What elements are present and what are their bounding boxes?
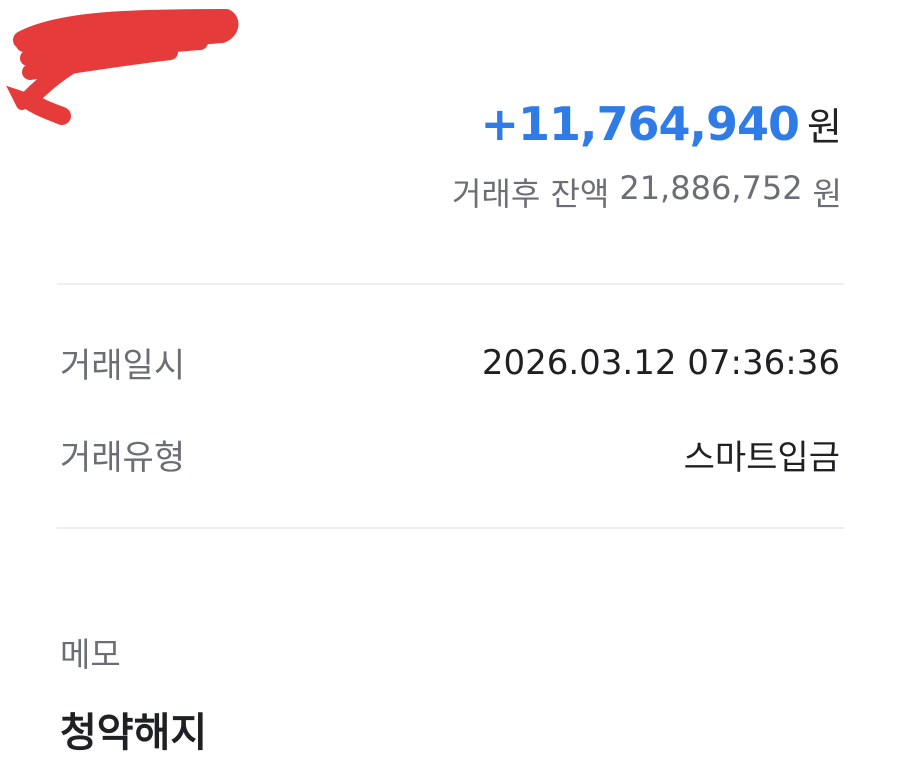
balance-value: 21,886,752 <box>619 169 803 207</box>
memo-label: 메모 <box>60 635 121 674</box>
transaction-amount: +11,764,940 <box>480 97 800 151</box>
balance-line: 거래후 잔액 21,886,752 원 <box>452 169 842 215</box>
datetime-label: 거래일시 <box>60 346 186 386</box>
transaction-detail-page: +11,764,940 원 거래후 잔액 21,886,752 원 거래일시 2… <box>0 0 900 773</box>
amount-block: +11,764,940 원 거래후 잔액 21,886,752 원 <box>452 96 842 215</box>
divider <box>57 527 844 529</box>
datetime-value: 2026.03.12 07:36:36 <box>481 342 840 383</box>
datetime-row: 거래일시 2026.03.12 07:36:36 <box>60 338 840 387</box>
balance-unit: 원 <box>812 175 842 213</box>
transaction-type-value: 스마트입금 <box>683 438 840 478</box>
divider <box>57 283 844 285</box>
amount-unit: 원 <box>807 105 842 149</box>
amount-line: +11,764,940 원 <box>452 96 842 151</box>
transaction-type-label: 거래유형 <box>60 438 186 478</box>
red-redaction-mark <box>6 9 239 125</box>
memo-value[interactable]: 청약해지 <box>60 700 207 758</box>
transaction-type-row: 거래유형 스마트입금 <box>60 430 840 479</box>
balance-label: 거래후 잔액 <box>451 175 610 213</box>
